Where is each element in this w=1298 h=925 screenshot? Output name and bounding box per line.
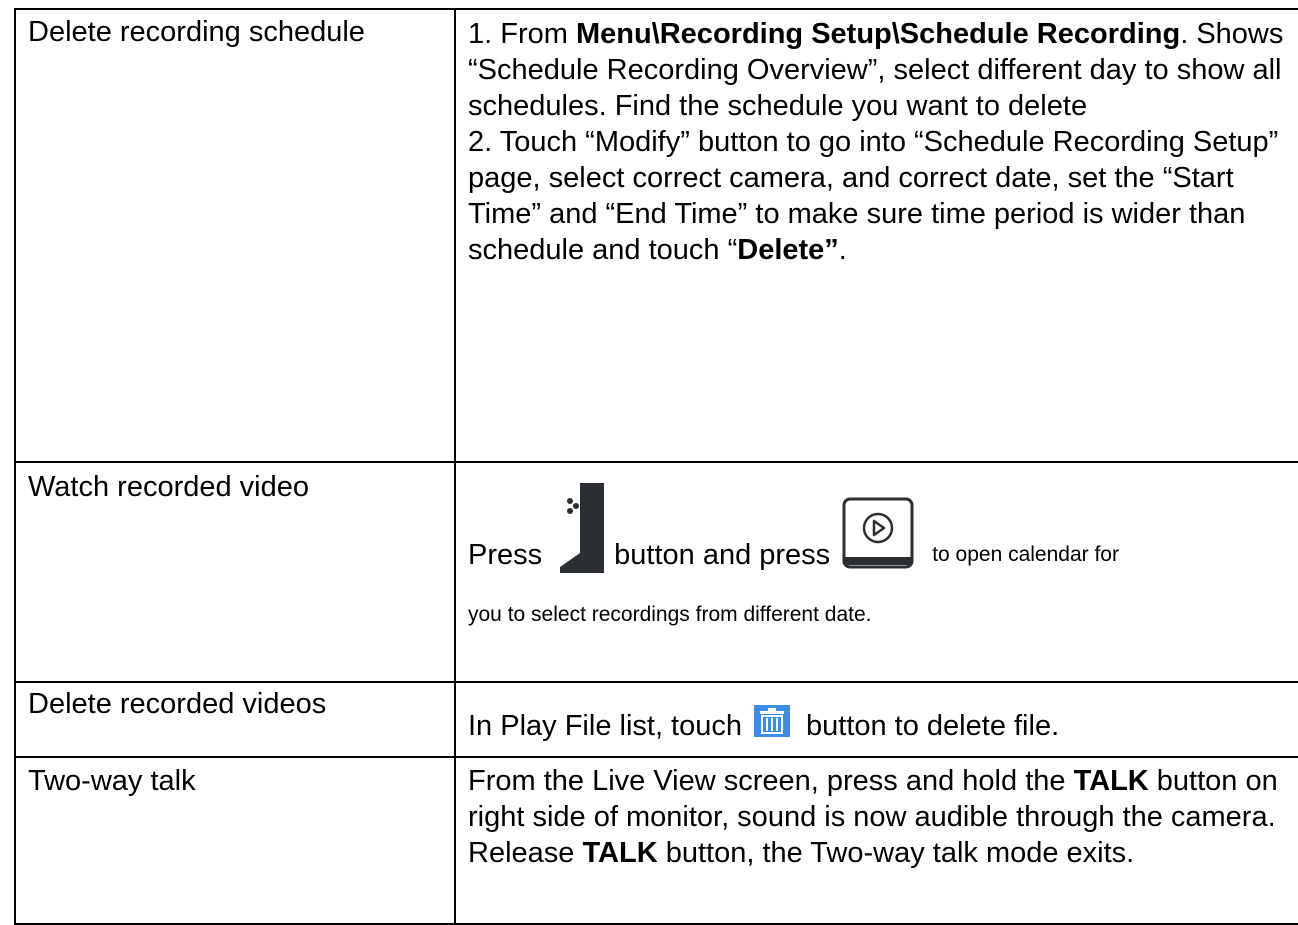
step-2-text: 2. Touch “Modify” button to go into “Sch… [468,126,1279,266]
row-description-cell: Press button and press to open calendar … [454,461,1298,683]
row-label-cell: Two-way talk [14,756,456,925]
table-row: Delete recorded videos In Play File list… [14,681,1298,758]
two-way-text: Release [468,837,583,869]
row-description-cell: 1. From Menu\Recording Setup\Schedule Re… [454,8,1298,463]
table-row: Two-way talk From the Live View screen, … [14,756,1298,925]
row-label: Delete recorded videos [28,688,327,720]
monitor-side-button-icon [560,483,605,573]
row-label: Delete recording schedule [28,16,365,48]
press-text: Press [468,539,543,571]
step-2-end: . [838,234,847,266]
table-row: Delete recording schedule 1. From Menu\R… [14,8,1298,463]
delete-videos-line: In Play File list, touch button to delet… [468,705,1298,744]
row-label-cell: Delete recording schedule [14,8,456,463]
row-label-cell: Delete recorded videos [14,681,456,758]
step-2: 2. Touch “Modify” button to go into “Sch… [468,124,1298,268]
talk-label: TALK [1073,765,1149,797]
delete-videos-suffix: button to delete file. [806,710,1060,742]
row-description-cell: From the Live View screen, press and hol… [454,756,1298,925]
two-way-paragraph-2: Release TALK button, the Two-way talk mo… [468,835,1298,871]
table-row: Watch recorded video Press button and pr… [14,461,1298,683]
talk-label: TALK [582,837,658,869]
play-circle-icon [842,497,914,569]
instruction-table: Delete recording schedule 1. From Menu\R… [14,8,1298,925]
button-and-press-text: button and press [614,539,831,571]
delete-label: Delete” [737,234,839,266]
two-way-text: From the Live View screen, press and hol… [468,765,1074,797]
watch-line-2: you to select recordings from different … [468,603,872,626]
row-description-cell: In Play File list, touch button to delet… [454,681,1298,758]
two-way-paragraph-1: From the Live View screen, press and hol… [468,763,1298,835]
row-label-cell: Watch recorded video [14,461,456,683]
open-calendar-text: to open calendar for [932,543,1119,566]
trash-icon [754,705,790,737]
two-way-text: button, the Two-way talk mode exits. [657,837,1135,869]
menu-path: Menu\Recording Setup\Schedule Recording [575,18,1181,50]
delete-videos-prefix: In Play File list, touch [468,710,742,742]
watch-line-1: Press button and press to open calendar … [468,483,1298,573]
step-1: 1. From Menu\Recording Setup\Schedule Re… [468,16,1298,124]
step-1-prefix: 1. From [468,18,576,50]
row-label: Two-way talk [28,765,196,797]
row-label: Watch recorded video [28,471,310,503]
